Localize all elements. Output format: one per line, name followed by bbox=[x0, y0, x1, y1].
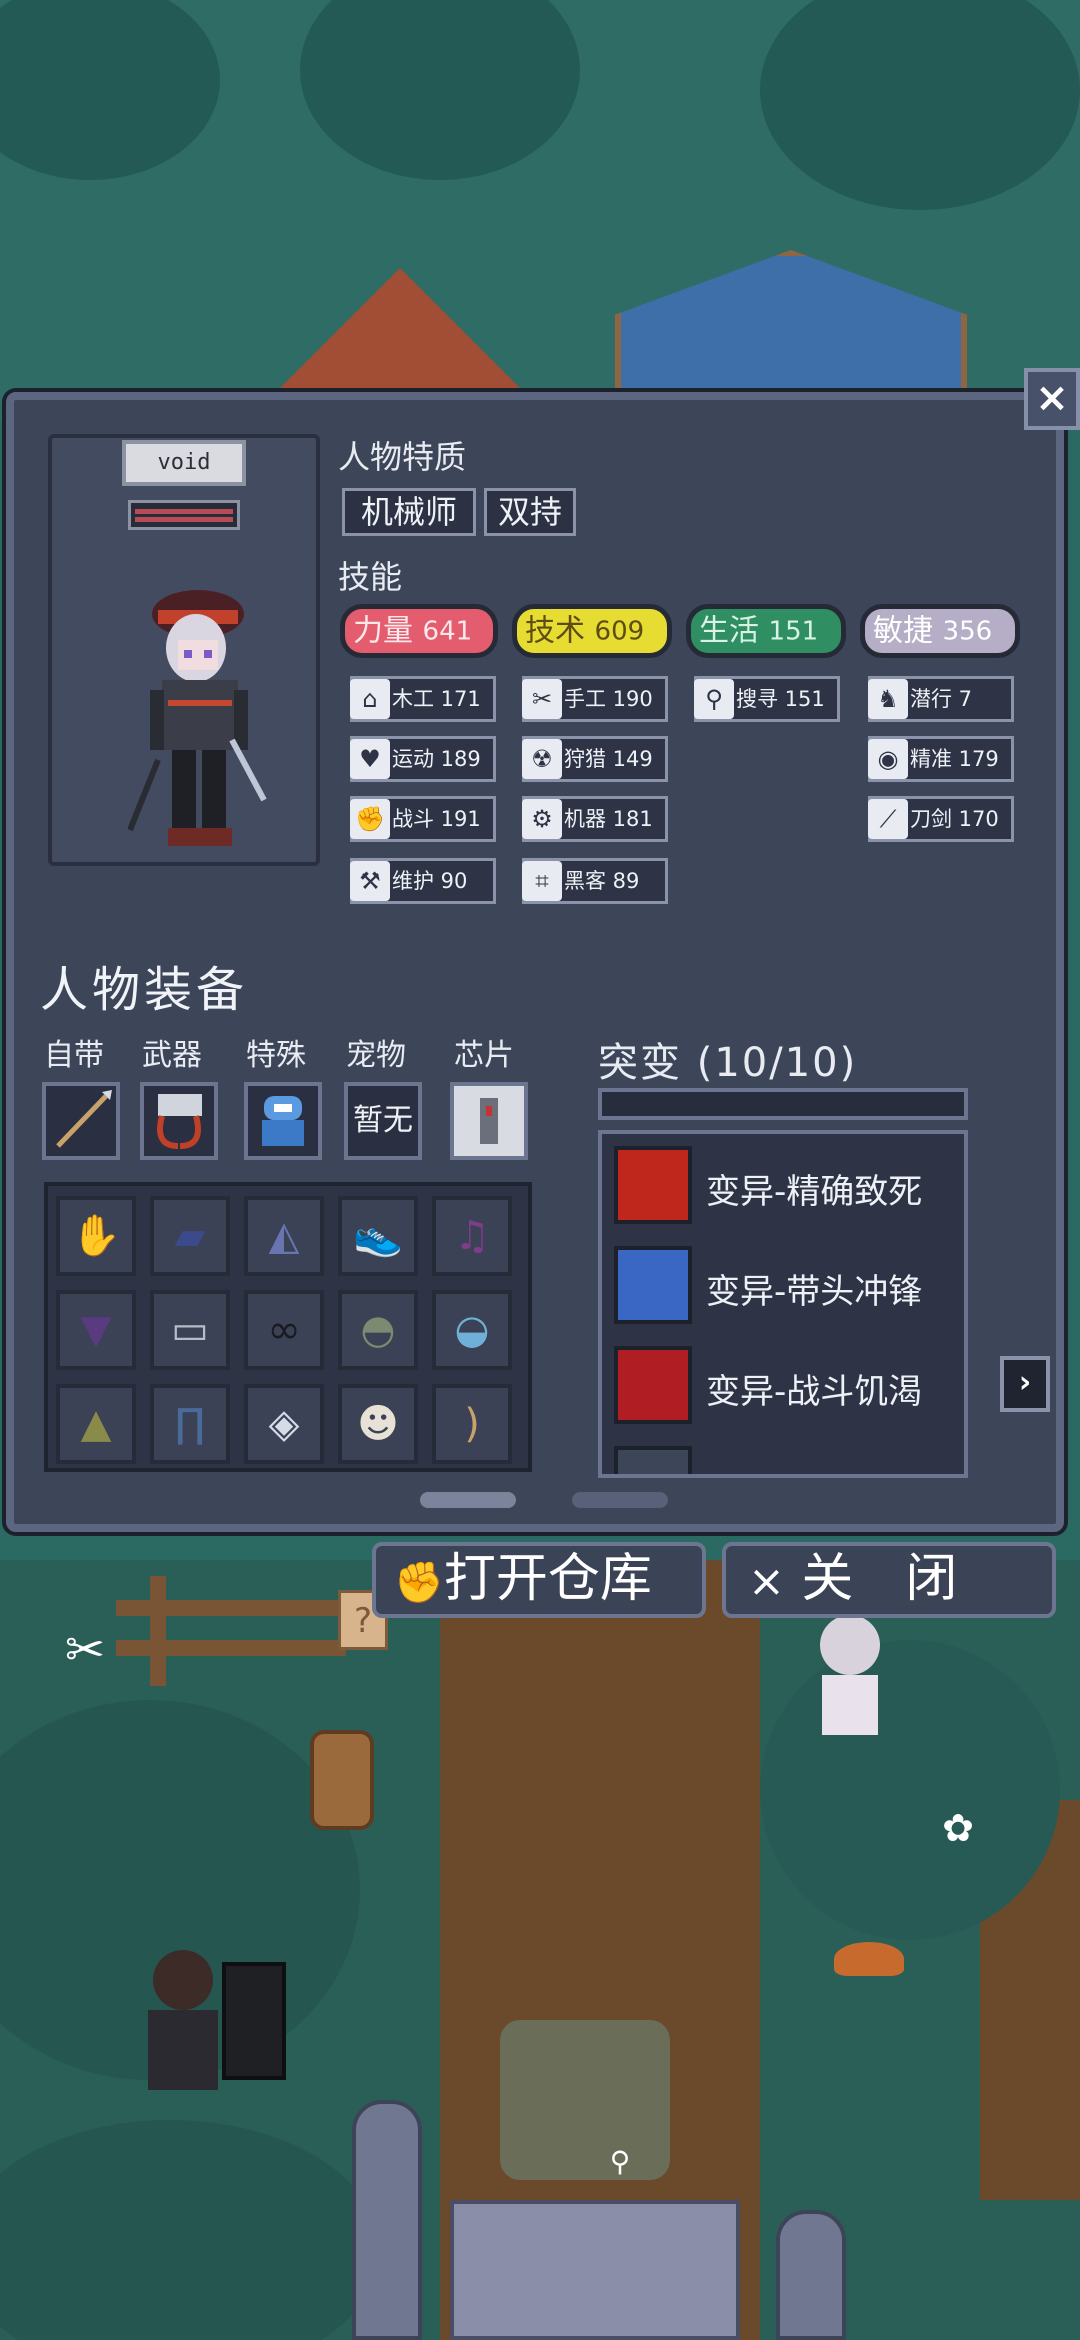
close-button[interactable]: × 关 闭 bbox=[722, 1542, 1056, 1618]
skill-precision[interactable]: ◉ 精准 179 bbox=[868, 736, 1014, 782]
mutation-item[interactable] bbox=[614, 1446, 964, 1474]
inventory-item-cap[interactable]: ◓ bbox=[338, 1290, 418, 1370]
character-avatar bbox=[128, 590, 267, 846]
slot-label-special: 特殊 bbox=[246, 1038, 306, 1073]
stone-pillar bbox=[352, 2100, 422, 2340]
skill-hacking[interactable]: ⌗ 黑客 89 bbox=[522, 858, 668, 904]
page-indicator-active[interactable] bbox=[420, 1492, 516, 1508]
pliers-weapon-icon bbox=[157, 1094, 202, 1149]
skill-combat[interactable]: ✊ 战斗 191 bbox=[350, 796, 496, 842]
inventory-item-jacket[interactable]: ▲ bbox=[56, 1384, 136, 1464]
precise-kill-icon bbox=[614, 1146, 692, 1224]
eye-icon: ◉ bbox=[868, 739, 908, 779]
page-indicator[interactable] bbox=[572, 1492, 668, 1508]
npc-player-character[interactable] bbox=[148, 1950, 218, 2090]
trait-tag[interactable]: 双持 bbox=[484, 488, 576, 536]
equipment-title: 人物装备 bbox=[40, 962, 249, 1018]
heart-icon: ♥ bbox=[350, 739, 390, 779]
inventory-item-laptop[interactable]: ▭ bbox=[150, 1290, 230, 1370]
crossed-tools-icon[interactable]: ✂ bbox=[55, 1620, 115, 1680]
mutation-item[interactable]: 变异-带头冲锋 bbox=[614, 1246, 964, 1326]
builtin-slot-spear[interactable] bbox=[42, 1082, 120, 1160]
next-page-arrow-icon[interactable]: › bbox=[1000, 1356, 1050, 1412]
chip-slot[interactable] bbox=[450, 1082, 528, 1160]
skill-sports[interactable]: ♥ 运动 189 bbox=[350, 736, 496, 782]
panel-close-button[interactable]: × bbox=[1024, 368, 1080, 430]
traits-label: 人物特质 bbox=[338, 438, 467, 476]
stat-life[interactable]: 生活 151 bbox=[686, 604, 846, 658]
robot-icon bbox=[262, 1096, 304, 1146]
mutation-icon bbox=[614, 1446, 692, 1474]
location-pin-icon[interactable]: ⚲ bbox=[606, 2148, 634, 2176]
skills-label: 技能 bbox=[338, 558, 403, 596]
sword-icon: ⟋ bbox=[868, 799, 908, 839]
chip-icon bbox=[480, 1098, 498, 1144]
house-roof-red bbox=[270, 268, 530, 398]
inventory-item-headphones[interactable]: ♫ bbox=[432, 1196, 512, 1276]
skill-scavenging[interactable]: ⚲ 搜寻 151 bbox=[694, 676, 840, 722]
skill-blades[interactable]: ⟋ 刀剑 170 bbox=[868, 796, 1014, 842]
inventory-item-mask[interactable]: ◒ bbox=[432, 1290, 512, 1370]
inventory-item-hockey-mask[interactable]: ☻ bbox=[338, 1384, 418, 1464]
inventory-item-hoodie[interactable]: ◈ bbox=[244, 1384, 324, 1464]
stone-stairs bbox=[450, 2200, 740, 2340]
slot-label-builtin: 自带 bbox=[44, 1038, 104, 1073]
stat-technique[interactable]: 技术 609 bbox=[512, 604, 672, 658]
inventory-item-gloves[interactable]: ✋ bbox=[56, 1196, 136, 1276]
skill-machinery[interactable]: ⚙ 机器 181 bbox=[522, 796, 668, 842]
skill-hunting[interactable]: ☢ 狩猎 149 bbox=[522, 736, 668, 782]
mutation-item[interactable]: 变异-精确致死 bbox=[614, 1146, 964, 1226]
spear-icon bbox=[56, 1090, 112, 1148]
mutation-item[interactable]: 变异-战斗饥渴 bbox=[614, 1346, 964, 1426]
wrench-icon: ⚒ bbox=[350, 861, 390, 901]
inventory-item-bow[interactable]: ) bbox=[432, 1384, 512, 1464]
weapon-slot[interactable] bbox=[140, 1082, 218, 1160]
fence-post bbox=[150, 1576, 166, 1686]
inventory-item-tablet[interactable]: ▰ bbox=[150, 1196, 230, 1276]
trait-tag[interactable]: 机械师 bbox=[342, 488, 476, 536]
crab[interactable] bbox=[834, 1942, 904, 1976]
tree bbox=[760, 1640, 1060, 1940]
inventory-item-sneaker[interactable]: 👟 bbox=[338, 1196, 418, 1276]
npc-girl[interactable] bbox=[820, 1615, 880, 1735]
skill-carpentry[interactable]: ⌂ 木工 171 bbox=[350, 676, 496, 722]
stat-agility[interactable]: 敏捷 356 bbox=[860, 604, 1020, 658]
scissors-icon: ✂ bbox=[522, 679, 562, 719]
skill-maintenance[interactable]: ⚒ 维护 90 bbox=[350, 858, 496, 904]
inventory-item-goggles[interactable]: ◭ bbox=[244, 1196, 324, 1276]
open-storage-button[interactable]: ✊打开仓库 bbox=[372, 1542, 706, 1618]
inventory-item-glasses[interactable]: ∞ bbox=[244, 1290, 324, 1370]
house-icon: ⌂ bbox=[350, 679, 390, 719]
fist-icon: ✊ bbox=[350, 799, 390, 839]
inventory-item-jeans[interactable]: ∏ bbox=[150, 1384, 230, 1464]
mutation-list: 变异-精确致死 变异-带头冲锋 变异-战斗饥渴 bbox=[598, 1130, 968, 1478]
stone-ruin bbox=[500, 2020, 670, 2180]
circuit-icon: ⌗ bbox=[522, 861, 562, 901]
sneak-icon: ♞ bbox=[868, 679, 908, 719]
riot-shield bbox=[222, 1962, 286, 2080]
health-bar bbox=[128, 500, 240, 530]
inventory-item-suit[interactable]: ▼ bbox=[56, 1290, 136, 1370]
gear-icon: ⚙ bbox=[522, 799, 562, 839]
fist-icon: ✊ bbox=[394, 1560, 444, 1606]
character-name: void bbox=[122, 440, 246, 486]
close-icon: × bbox=[748, 1556, 785, 1607]
plant-icon[interactable]: ✿ bbox=[936, 1806, 980, 1856]
stone-pillar bbox=[776, 2210, 846, 2340]
barrel[interactable] bbox=[310, 1730, 374, 1830]
slot-label-chip: 芯片 bbox=[454, 1038, 514, 1073]
mutation-title: 突变 (10/10) bbox=[598, 1040, 858, 1086]
skill-crafting[interactable]: ✂ 手工 190 bbox=[522, 676, 668, 722]
special-slot[interactable] bbox=[244, 1082, 322, 1160]
slot-label-pet: 宠物 bbox=[346, 1038, 406, 1073]
battle-thirst-icon bbox=[614, 1346, 692, 1424]
charge-icon bbox=[614, 1246, 692, 1324]
skill-stealth[interactable]: ♞ 潜行 7 bbox=[868, 676, 1014, 722]
mutation-progress-bar bbox=[598, 1088, 968, 1120]
radiation-icon: ☢ bbox=[522, 739, 562, 779]
stat-strength[interactable]: 力量 641 bbox=[340, 604, 498, 658]
pet-slot[interactable]: 暂无 bbox=[344, 1082, 422, 1160]
slot-label-weapon: 武器 bbox=[142, 1038, 202, 1073]
magnifier-icon: ⚲ bbox=[694, 679, 734, 719]
